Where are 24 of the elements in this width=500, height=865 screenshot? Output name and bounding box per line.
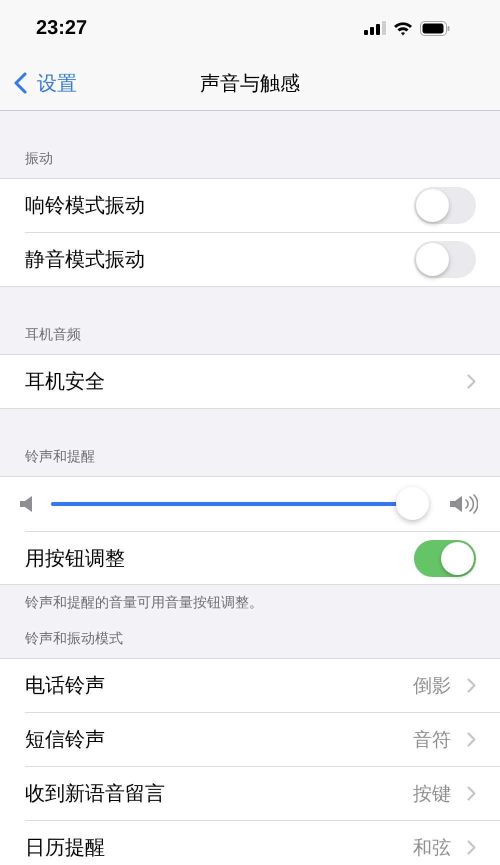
row-value: 音符 xyxy=(413,728,451,752)
back-button[interactable]: 设置 xyxy=(0,70,77,96)
section-header: 振动 xyxy=(24,150,54,169)
row-value: 按键 xyxy=(413,782,451,806)
settings-row[interactable]: 电话铃声 倒影 xyxy=(25,659,500,713)
section-header: 铃声和振动模式 xyxy=(24,630,124,649)
row-label: 电话铃声 xyxy=(25,672,106,699)
row-label: 耳机安全 xyxy=(25,368,106,395)
row-label: 静音模式振动 xyxy=(25,246,146,273)
row-label: 用按钮调整 xyxy=(25,544,126,572)
settings-row[interactable]: 短信铃声 音符 xyxy=(25,713,500,767)
status-time: 23:27 xyxy=(36,16,88,40)
page-title: 声音与触感 xyxy=(200,70,300,96)
row-label: 收到新语音留言 xyxy=(25,780,166,807)
section-footer: 铃声和提醒的音量可用音量按钮调整。 xyxy=(0,585,500,613)
settings-row[interactable]: 收到新语音留言 按键 xyxy=(25,767,500,821)
row-label: 日历提醒 xyxy=(25,834,106,861)
row-label: 响铃模式振动 xyxy=(25,192,146,219)
section-header: 铃声和提醒 xyxy=(24,448,96,467)
row-value: 和弦 xyxy=(413,836,451,860)
row-label: 短信铃声 xyxy=(25,726,106,753)
section-header: 耳机音频 xyxy=(24,326,82,345)
settings-row[interactable]: 日历提醒 和弦 xyxy=(25,821,500,865)
row-value: 倒影 xyxy=(413,674,451,698)
